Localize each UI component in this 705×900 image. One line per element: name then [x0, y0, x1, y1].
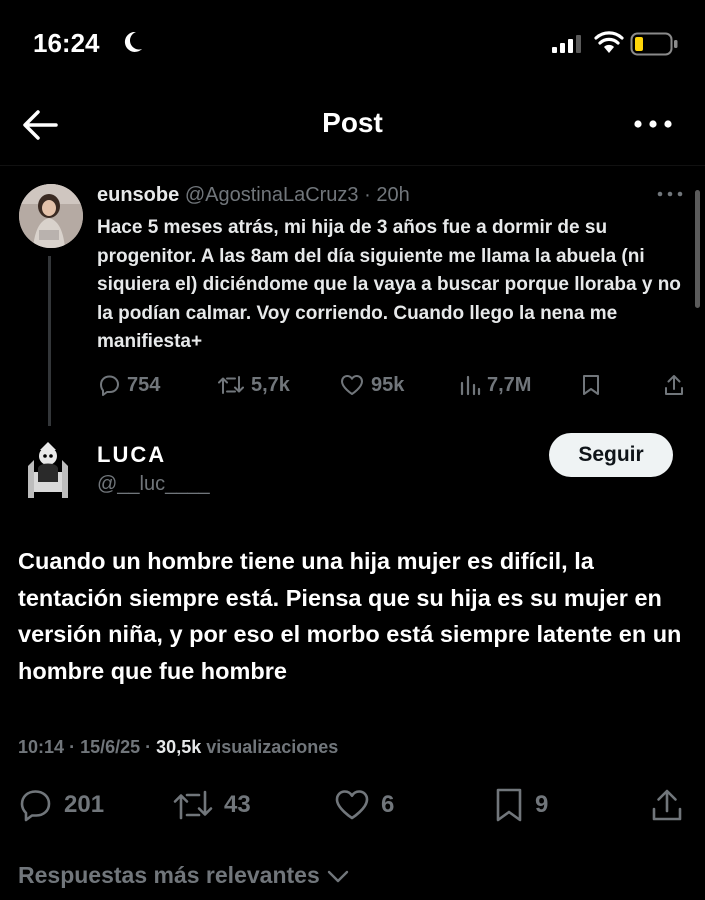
post-actions: 201 43 6 9: [0, 787, 705, 827]
replies-sort-label: Respuestas más relevantes: [18, 862, 320, 888]
parent-likes-count: 95k: [371, 373, 405, 396]
parent-post-text: Hace 5 meses atrás, mi hija de 3 años fu…: [97, 217, 681, 352]
bookmarks-count: 9: [535, 791, 549, 818]
parent-share-button[interactable]: [663, 373, 685, 397]
status-bar: 16:24: [0, 0, 705, 90]
share-icon: [652, 789, 682, 821]
parent-bookmark-button[interactable]: [581, 373, 601, 397]
reply-icon: [20, 790, 51, 822]
repost-button[interactable]: 43: [172, 787, 251, 823]
separator-dot: ·: [364, 184, 371, 206]
parent-post[interactable]: eunsobe @AgostinaLaCruz3 · 20h Hace 5 me…: [0, 170, 705, 430]
author-row: LUCA @__luc____ Seguir: [0, 430, 705, 500]
parent-reposts-count: 5,7k: [251, 373, 290, 396]
thread-line: [48, 256, 51, 426]
separator-dot: ·: [69, 737, 76, 757]
post-time[interactable]: 10:14: [18, 737, 64, 757]
parent-handle[interactable]: @AgostinaLaCruz3: [185, 184, 359, 206]
heart-icon: [341, 375, 363, 395]
battery-icon: [630, 32, 678, 56]
bookmark-icon: [583, 375, 599, 395]
parent-repost-button[interactable]: 5,7k: [217, 373, 290, 397]
follow-button[interactable]: Seguir: [549, 433, 673, 477]
more-options-button[interactable]: [630, 109, 676, 139]
post-meta: 10:14 · 15/6/25 · 30,5k visualizaciones: [18, 737, 338, 758]
reposts-count: 43: [224, 791, 251, 818]
avatar[interactable]: [20, 436, 76, 498]
heart-icon: [335, 790, 369, 820]
share-icon: [665, 375, 683, 395]
bookmark-button[interactable]: 9: [493, 787, 548, 823]
status-time: 16:24: [33, 28, 100, 58]
parent-post-actions: 754 5,7k 95k 7,7M: [97, 373, 687, 401]
wifi-icon: [594, 31, 624, 53]
author-handle[interactable]: @__luc____: [97, 473, 210, 496]
post-date[interactable]: 15/6/25: [80, 737, 140, 757]
replies-sort-dropdown[interactable]: Respuestas más relevantes: [18, 862, 350, 889]
post-views-label: visualizaciones: [206, 737, 339, 757]
signal-icon: [552, 35, 581, 53]
parent-replies-count: 754: [127, 373, 161, 396]
moon-icon: [124, 31, 142, 52]
parent-like-button[interactable]: 95k: [339, 373, 404, 397]
parent-views-count: 7,7M: [487, 373, 532, 396]
more-horizontal-icon[interactable]: [656, 186, 684, 202]
parent-display-name[interactable]: eunsobe: [97, 184, 179, 206]
parent-views-button[interactable]: 7,7M: [459, 373, 531, 397]
post-views-count: 30,5k: [156, 737, 202, 757]
scrollbar[interactable]: [695, 190, 700, 308]
parent-post-header: eunsobe @AgostinaLaCruz3 · 20h: [97, 184, 410, 207]
author-display-name[interactable]: LUCA: [97, 442, 166, 468]
parent-reply-button[interactable]: 754: [97, 373, 160, 397]
repost-icon: [173, 790, 213, 820]
nav-bar: Post: [0, 95, 705, 155]
more-horizontal-icon: [634, 120, 672, 128]
chevron-down-icon: [327, 870, 348, 882]
separator-dot: ·: [145, 737, 152, 757]
reply-icon: [100, 375, 119, 396]
page-title: Post: [322, 107, 383, 138]
avatar[interactable]: [19, 184, 83, 248]
divider: [0, 165, 705, 166]
likes-count: 6: [381, 791, 395, 818]
bookmark-icon: [496, 788, 522, 822]
post-text: Cuando un hombre tiene una hija mujer es…: [18, 548, 682, 684]
views-bar-icon: [460, 375, 481, 396]
reply-button[interactable]: 201: [18, 787, 104, 823]
like-button[interactable]: 6: [333, 787, 394, 823]
replies-count: 201: [64, 791, 105, 818]
repost-icon: [218, 376, 244, 394]
parent-time: 20h: [376, 184, 410, 206]
share-button[interactable]: [650, 787, 684, 823]
